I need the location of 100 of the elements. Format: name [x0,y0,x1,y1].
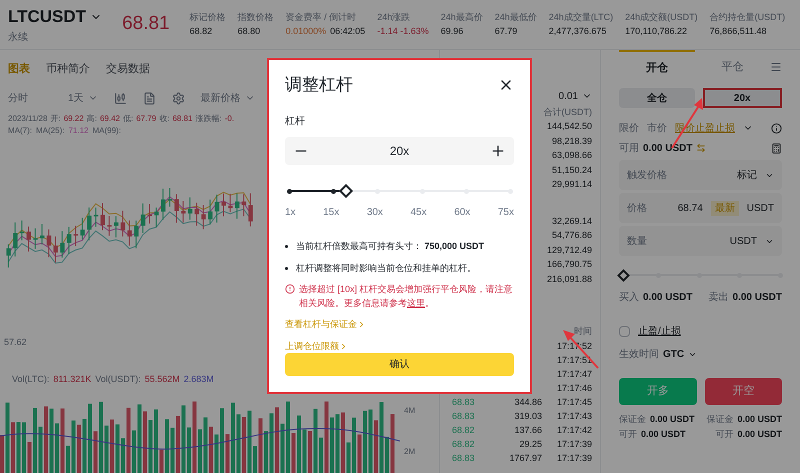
stat-value: 76,866,511.48 [710,24,767,38]
buy-value: 0.00 USDT [643,290,692,304]
available-value: 0.00 USDT [643,142,692,156]
last-price: 68.81 [122,12,170,36]
ask-total: 98,218.39 [552,134,592,148]
volume-value: 811.321K [53,373,92,386]
stat-value: 170,110,786.22 [625,24,688,38]
menu-icon[interactable] [770,61,782,73]
stat-value: 69.96 [440,24,464,38]
legend-label: 高: [86,113,97,126]
trade-time: 17:17:39 [556,438,592,452]
available-label: 可用 [619,142,639,156]
leverage-mark: 60x [454,206,470,220]
leverage-button[interactable]: 20x [702,88,782,108]
note-text: 当前杠杆倍数最高可持有头寸： 750,000 USDT [296,240,484,254]
margin-mode-button[interactable]: 全仓 [619,88,694,108]
summary-label: 保证金 [706,413,734,426]
chevron-right-icon [339,342,348,351]
checkbox[interactable] [619,326,630,337]
ask-total: 63,098.66 [552,149,592,162]
volume-value: 55.562M [144,373,180,386]
leverage-stepper[interactable]: 20x [285,136,514,166]
trade-time: 17:17:46 [556,382,592,396]
order-type-tab[interactable]: 市价 [647,120,667,136]
order-type-tab[interactable]: 限价 [619,120,639,136]
document-icon[interactable] [142,92,156,105]
order-tab[interactable]: 开仓 [619,50,694,84]
chart-tab[interactable]: 币种简介 [46,60,90,78]
select-field[interactable]: 触发价格 标记 [619,160,782,190]
chart-tab[interactable]: 交易数据 [106,60,150,78]
short-button[interactable]: 开空 [704,378,782,405]
axis-label: 4M [404,405,416,418]
trade-time: 17:17:39 [556,452,592,466]
input-field[interactable]: 价格 68.74 最新 USDT [619,193,782,223]
info-icon[interactable] [771,122,782,134]
leverage-mark: 1x [285,206,296,220]
axis-label: 2M [404,446,416,458]
plus-icon[interactable] [490,142,506,159]
legend-date: 2023/11/28 [8,113,48,126]
ma-label: MA(25): [36,125,64,138]
ma-label: MA(99): [92,125,121,138]
period-select[interactable]: 1天 [68,90,98,106]
summary-label: 可开 [619,428,637,440]
leverage-mark: 15x [323,206,340,220]
volume-label: Vol(LTC): [12,373,50,386]
tick-size-select[interactable]: 0.01 [558,88,592,104]
stat-label: 资金费率 / 倒计时 [286,11,358,24]
legend-value: 69.42 [100,113,120,126]
stat-value: -1.14 -1.63% [377,24,429,38]
help-link[interactable]: 查看杠杆与保证金 [285,318,366,332]
stat-value: 2,477,376.675 [548,24,606,38]
calculator-icon[interactable] [771,142,782,154]
sell-value: 0.00 USDT [732,290,782,304]
stat-label: 24h成交额(USDT) [625,11,698,24]
warning-text: 选择超过 [10x] 杠杆交易会增加强行平仓风险，请注意相关风险。更多信息请参考这里。 [299,283,514,310]
summary-value: 0.00 USDT [641,428,686,440]
warning-icon [285,284,295,294]
stat-value: 68.82 [190,24,212,38]
trade-amount: 344.86 [513,396,542,410]
leverage-mark: 30x [366,206,383,220]
trade-amount: 1767.97 [508,452,542,466]
buy-label: 买入 [619,290,639,304]
legend-label: 收: [159,113,170,126]
volume-label: Vol(USDT): [95,373,141,386]
chart-type-icon[interactable] [114,92,127,105]
stat-value: 06:42:05 [330,24,366,38]
confirm-button[interactable]: 确认 [285,353,514,376]
interval-label[interactable]: 分时 [8,90,28,106]
leverage-mark: 45x [410,206,427,220]
stat-label: 24h涨跌 [377,11,412,24]
settings-icon[interactable] [172,92,185,105]
tif-select[interactable]: GTC [663,347,698,362]
dialog-title: 调整杠杆 [285,74,353,96]
help-link[interactable]: 上调仓位限额 [285,340,348,354]
stat-label: 指数价格 [238,11,274,24]
ma-value: 71.12 [68,125,88,138]
tpsl-label[interactable]: 止盈/止损 [638,324,681,339]
bid-total: 129,712.49 [546,244,592,256]
symbol-title[interactable]: LTCUSDT [8,4,86,30]
legend-value: 67.79 [136,113,156,126]
bid-total: 216,091.88 [546,272,592,286]
price-type-select[interactable]: 最新价格 [200,90,255,106]
amount-slider[interactable] [619,268,782,282]
order-tab[interactable]: 平仓 [694,50,770,84]
here-link[interactable]: 这里 [407,298,425,308]
leverage-slider[interactable] [289,185,510,198]
contract-type: 永续 [8,30,29,45]
trade-price: 68.83 [452,396,476,410]
stat-label: 合约持仓量(USDT) [710,11,786,24]
leverage-label: 杠杆 [285,114,306,128]
select-field[interactable]: 数量 USDT [619,226,782,256]
ask-total: 144,542.50 [546,120,592,133]
legend-label: 低: [122,113,134,126]
stat-label: 标记价格 [190,11,226,24]
ask-total: 29,991.14 [552,178,592,191]
volume-value: 2.683M [184,373,214,386]
ma-label: MA(7): [8,125,32,138]
summary-value: 0.00 USDT [737,428,782,440]
trade-amount: 137.66 [513,424,542,438]
trade-time: 17:17:47 [556,368,592,382]
